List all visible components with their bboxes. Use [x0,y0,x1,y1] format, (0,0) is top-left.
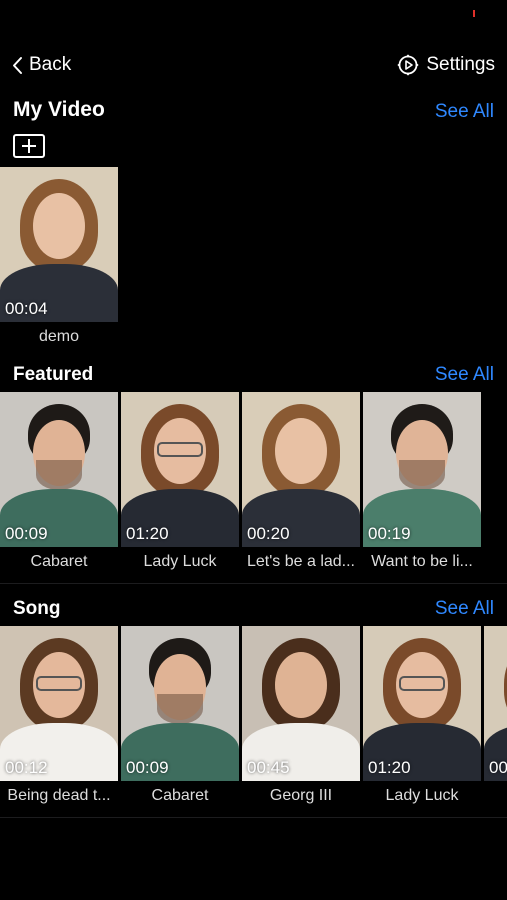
duration-label: 00 [489,758,507,777]
back-button[interactable]: Back [12,54,71,76]
featured-video-tile[interactable]: 00:09 Cabaret [0,392,118,571]
video-title: Cabaret [30,553,88,570]
duration-label: 01:20 [126,524,169,543]
chevron-left-icon [13,56,22,74]
settings-play-icon [398,54,419,76]
video-title: Want to be li... [371,553,473,570]
featured-video-tile[interactable]: 00:19 Want to be li... [363,392,481,571]
video-thumbnail: 00:19 [363,392,481,547]
my-video-heading: My Video [13,98,105,121]
featured-row: 00:09 Cabaret 01:20 Lady Luck 00:20 Let's be … [0,392,507,578]
add-video-button[interactable] [13,134,45,158]
video-thumbnail: 00:45 [242,626,360,781]
video-title: Lady Luck [385,787,459,804]
featured-see-all-link[interactable]: See All [435,364,494,386]
song-row: 00:12 Being dead t... 00:09 Cabaret 00:45 Geo… [0,626,507,812]
song-video-tile[interactable]: 00:09 Cabaret [121,626,239,805]
video-thumbnail: 00:09 [0,392,118,547]
divider [0,583,507,584]
back-label: Back [29,54,72,75]
duration-label: 00:19 [368,524,411,543]
my-video-row: 00:04 demo [0,167,507,353]
divider [0,817,507,818]
featured-video-tile[interactable]: 00:20 Let's be a lad... [242,392,360,571]
video-title: Being dead t... [7,787,111,804]
video-thumbnail: 01:20 [121,392,239,547]
duration-label: 00:09 [126,758,169,777]
song-heading: Song [13,598,61,619]
video-title: Lady Luck [143,553,217,570]
video-thumbnail: 00:12 [0,626,118,781]
video-thumbnail: 01:20 [363,626,481,781]
settings-label: Settings [426,54,495,75]
duration-label: 01:20 [368,758,411,777]
video-thumbnail: 00:20 [242,392,360,547]
video-title: Georg III [269,787,333,804]
featured-video-tile[interactable]: 01:20 Lady Luck [121,392,239,571]
song-video-tile[interactable]: 00 Let's [484,626,507,805]
duration-label: 00:45 [247,758,290,777]
featured-heading: Featured [13,364,94,385]
video-thumbnail: 00:04 [0,167,118,322]
duration-label: 00:20 [247,524,290,543]
video-title: Let's [484,787,507,805]
recording-indicator [473,10,475,17]
my-video-tile[interactable]: 00:04 demo [0,167,118,346]
video-title: demo [38,328,80,345]
video-thumbnail: 00:09 [121,626,239,781]
video-title: Cabaret [151,787,209,804]
video-title: Let's be a lad... [246,553,355,570]
song-video-tile[interactable]: 00:45 Georg III [242,626,360,805]
song-video-tile[interactable]: 00:12 Being dead t... [0,626,118,805]
duration-label: 00:04 [5,299,48,318]
duration-label: 00:12 [5,758,48,777]
song-video-tile[interactable]: 01:20 Lady Luck [363,626,481,805]
top-nav-bar: Back Settings [0,52,507,84]
video-thumbnail: 00 [484,626,507,781]
song-see-all-link[interactable]: See All [435,598,494,620]
settings-button[interactable]: Settings [397,54,495,76]
my-video-see-all-link[interactable]: See All [435,101,494,123]
duration-label: 00:09 [5,524,48,543]
